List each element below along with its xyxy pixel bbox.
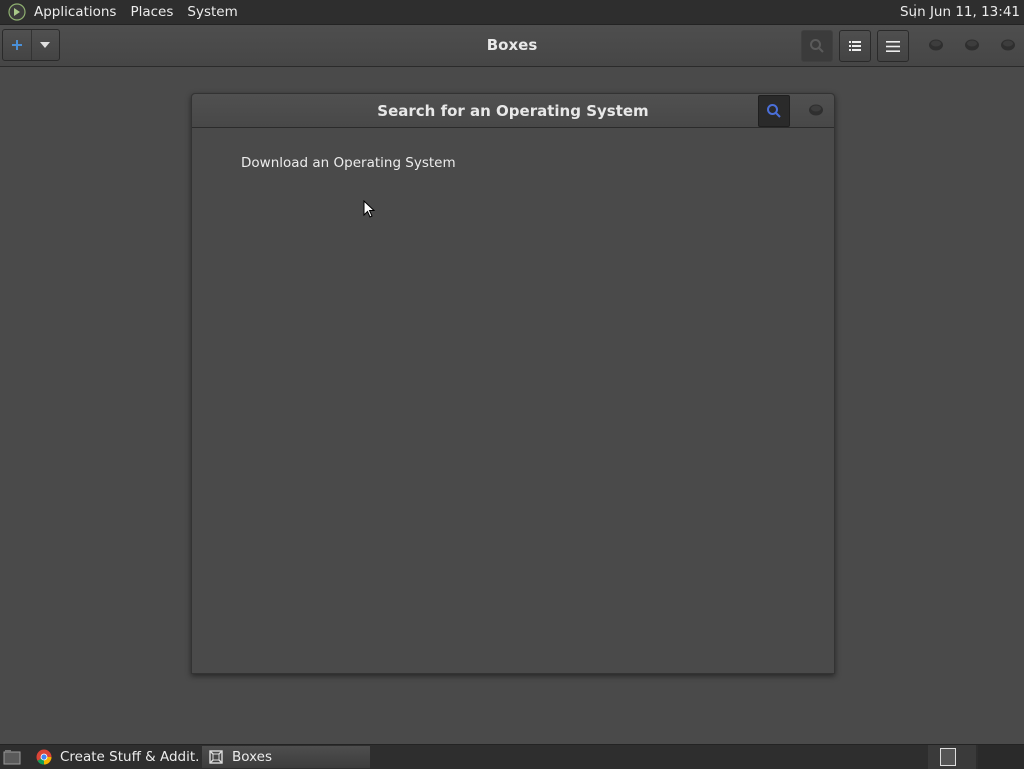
boxes-icon — [209, 750, 223, 764]
menu-icon — [886, 40, 900, 52]
taskbar-item-label: Boxes — [232, 749, 273, 765]
taskbar-item-chrome[interactable]: Create Stuff & Addit... — [30, 746, 198, 768]
close-icon[interactable] — [808, 103, 824, 117]
top-panel: Applications Places System Sun Jun 11, 1… — [0, 0, 1024, 25]
taskbar-item-label: Create Stuff & Addit... — [60, 749, 198, 765]
mint-logo-icon[interactable] — [8, 3, 26, 21]
close-icon[interactable] — [1000, 38, 1016, 52]
minimize-icon[interactable] — [928, 38, 944, 52]
clock[interactable]: Sun Jun 11, 13:41 — [900, 4, 1020, 20]
chrome-icon — [36, 749, 52, 765]
places-menu[interactable]: Places — [130, 4, 173, 20]
header-bar: Boxes — [0, 25, 1024, 67]
search-os-dialog: Search for an Operating System Download … — [191, 93, 835, 674]
download-os-link[interactable]: Download an Operating System — [241, 155, 456, 171]
maximize-icon[interactable] — [964, 38, 980, 52]
search-button[interactable] — [801, 30, 833, 62]
workspace-2[interactable] — [978, 745, 1024, 769]
system-menu[interactable]: System — [187, 4, 237, 20]
bottom-panel: Create Stuff & Addit... Boxes — [0, 744, 1024, 769]
menu-button[interactable] — [877, 30, 909, 62]
dialog-header: Search for an Operating System — [192, 94, 834, 128]
mouse-cursor-icon — [363, 200, 375, 218]
taskbar-item-boxes[interactable]: Boxes — [202, 746, 370, 768]
applications-menu[interactable]: Applications — [34, 4, 116, 20]
search-icon — [767, 104, 781, 118]
show-desktop-icon[interactable] — [3, 749, 21, 765]
dialog-search-button[interactable] — [758, 95, 790, 127]
list-view-button[interactable] — [839, 30, 871, 62]
list-view-icon — [849, 41, 861, 51]
workspace-window-icon — [940, 748, 956, 766]
search-icon — [810, 39, 824, 53]
dialog-title: Search for an Operating System — [377, 102, 649, 120]
